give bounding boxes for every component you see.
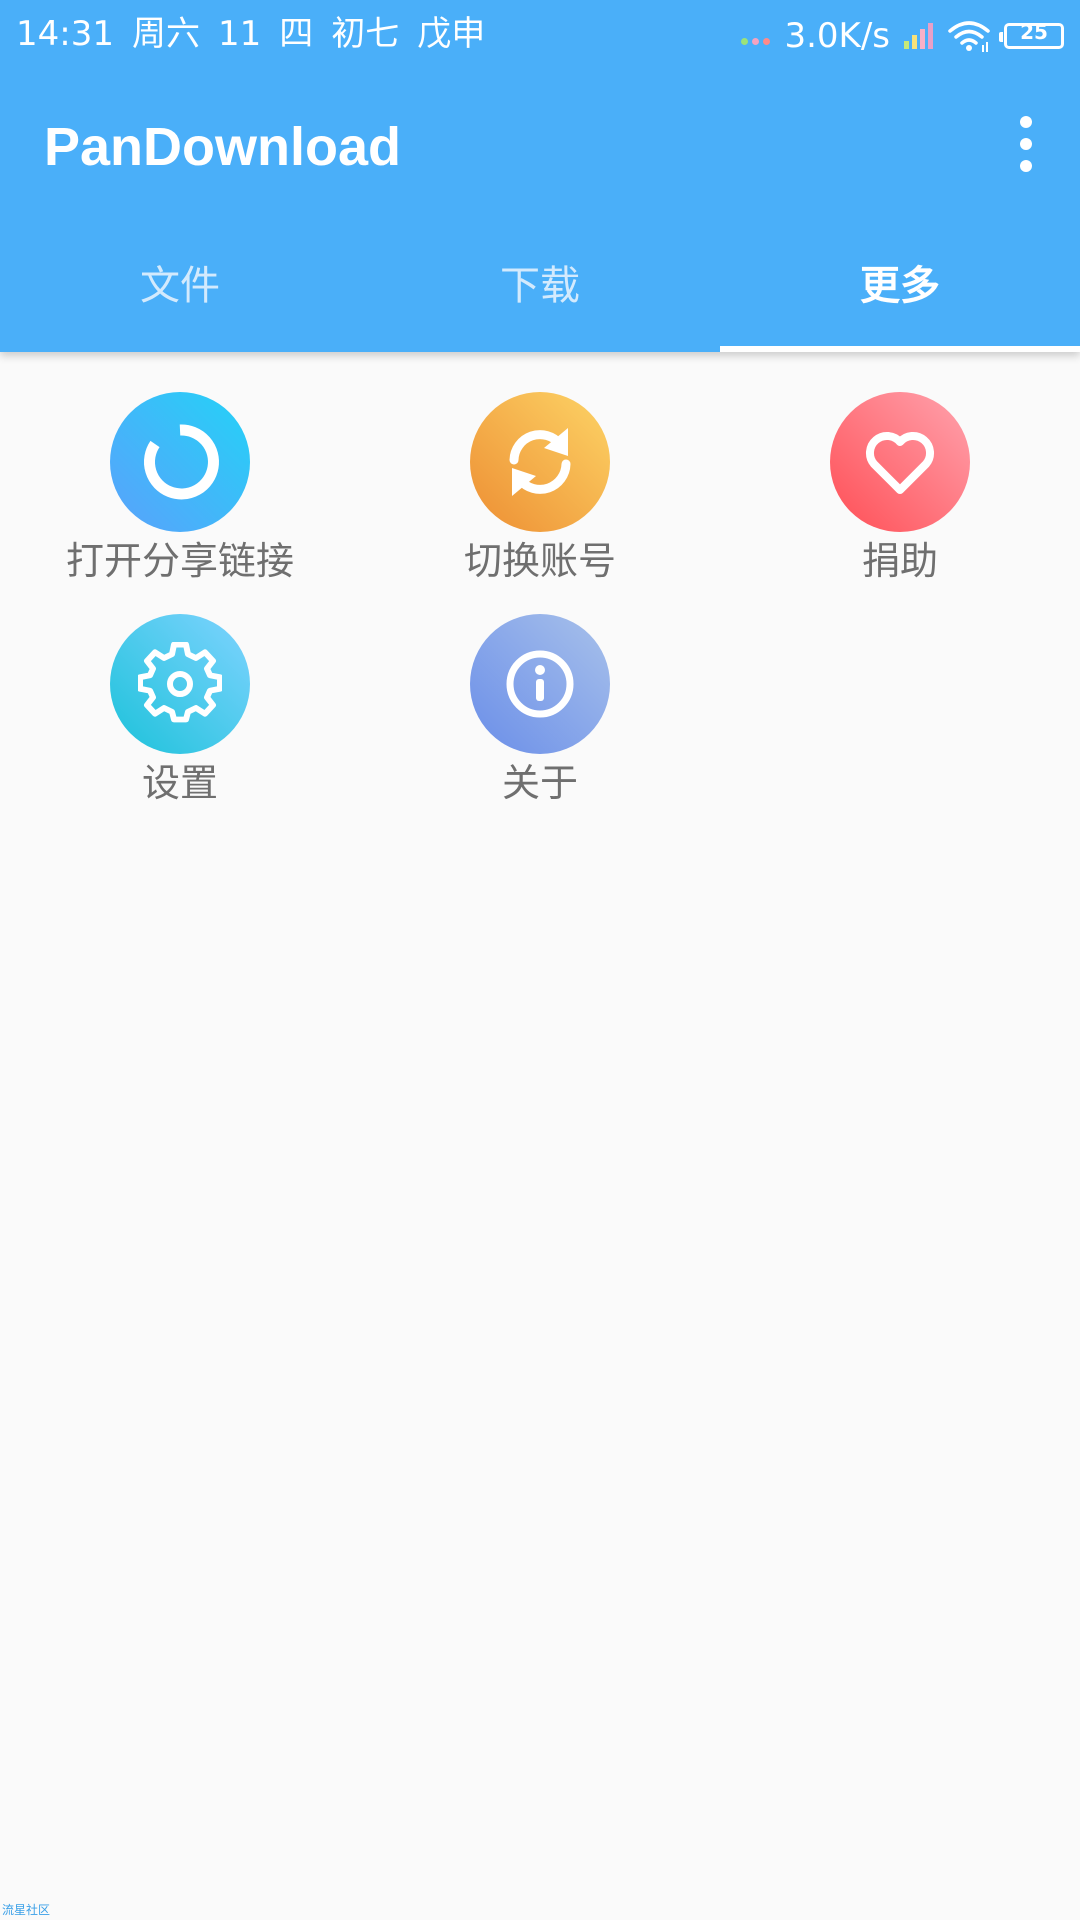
tab-files-label: 文件	[140, 263, 220, 309]
battery-level: 25	[1020, 20, 1048, 44]
share-link-icon	[110, 392, 250, 532]
settings-button[interactable]: 设置	[0, 614, 360, 836]
switch-account-button[interactable]: 切换账号	[360, 392, 720, 614]
status-lunar-day: 初七	[331, 14, 400, 54]
tab-more-label: 更多	[860, 263, 940, 309]
switch-account-icon	[470, 392, 610, 532]
status-date: 11	[217, 14, 262, 54]
about-label: 关于	[501, 761, 578, 805]
status-time: 14:31	[16, 14, 114, 54]
app-bar: PanDownload	[0, 70, 1080, 220]
status-weekday-cn: 四	[279, 14, 314, 54]
status-right: 3.0K/s 25	[741, 14, 1064, 58]
tab-bar: 文件 下载 更多	[0, 220, 1080, 352]
more-grid: 打开分享链接 切换账号 捐助 设置 关于	[0, 392, 1080, 836]
grid-row: 设置 关于	[0, 614, 1080, 836]
grid-row: 打开分享链接 切换账号 捐助	[0, 392, 1080, 614]
wifi-icon	[948, 21, 990, 52]
more-vert-icon	[1020, 116, 1032, 128]
app-header: 14:31 周六 11 四初七 戊申 3.0K/s 25 PanDownload…	[0, 0, 1080, 352]
status-weekday: 周六	[131, 14, 200, 54]
status-lunar-year: 戊申	[417, 14, 486, 54]
open-share-link-button[interactable]: 打开分享链接	[0, 392, 360, 614]
about-button[interactable]: 关于	[360, 614, 720, 836]
tab-files[interactable]: 文件	[0, 220, 360, 352]
donate-button[interactable]: 捐助	[720, 392, 1080, 614]
status-bar: 14:31 周六 11 四初七 戊申 3.0K/s 25	[0, 0, 1080, 70]
donate-label: 捐助	[861, 539, 938, 583]
info-icon	[470, 614, 610, 754]
network-activity-icon	[741, 37, 771, 45]
net-speed: 3.0K/s	[784, 16, 890, 56]
open-share-link-label: 打开分享链接	[65, 539, 294, 583]
tab-indicator	[720, 346, 1080, 352]
tab-downloads-label: 下载	[500, 263, 580, 309]
tab-more[interactable]: 更多	[720, 220, 1080, 352]
status-left: 14:31 周六 11 四初七 戊申	[16, 14, 503, 54]
settings-label: 设置	[141, 761, 218, 805]
app-title: PanDownload	[44, 117, 402, 177]
gear-icon	[110, 614, 250, 754]
heart-icon	[830, 392, 970, 532]
battery-icon: 25	[999, 20, 1064, 49]
tab-downloads[interactable]: 下载	[360, 220, 720, 352]
switch-account-label: 切换账号	[463, 539, 616, 583]
watermark: 流星社区	[2, 1903, 51, 1917]
signal-icon	[904, 23, 933, 49]
more-options-button[interactable]	[1006, 116, 1046, 172]
